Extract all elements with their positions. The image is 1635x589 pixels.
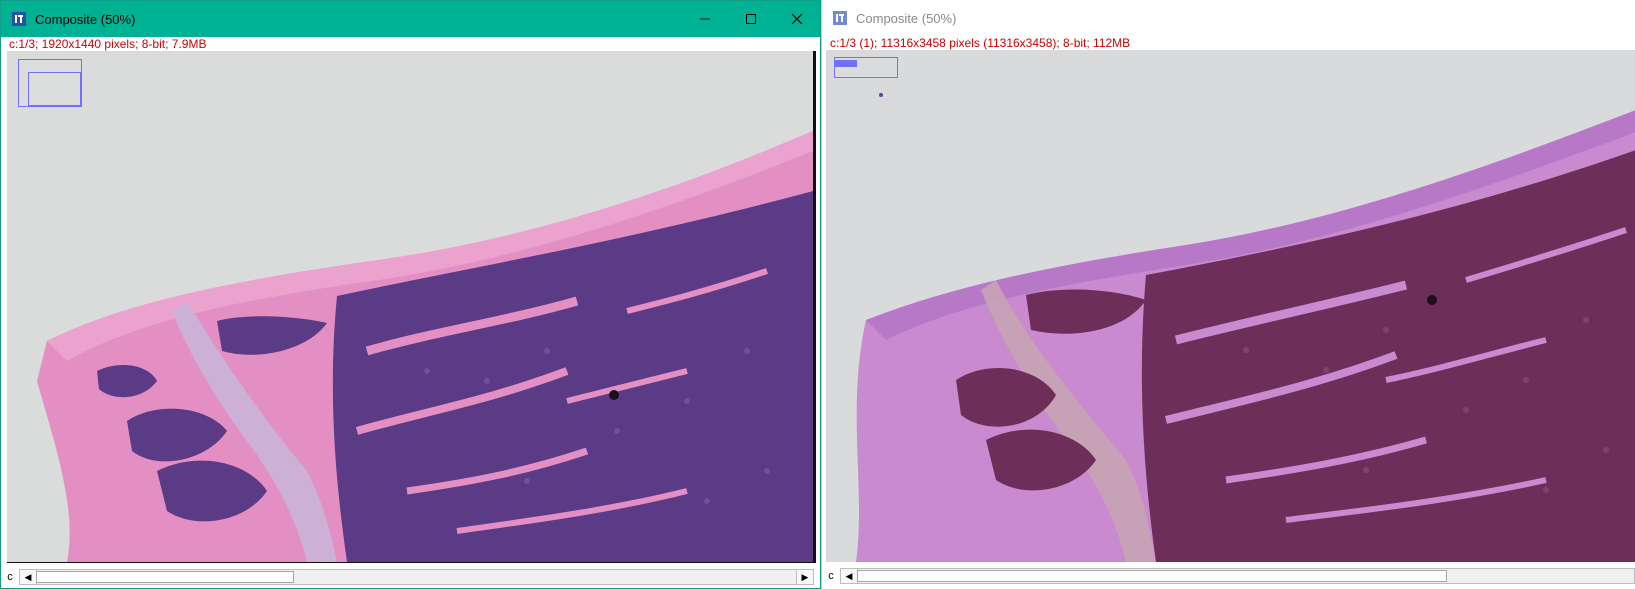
image-info: c:1/3; 1920x1440 pixels; 8-bit; 7.9MB (9, 37, 207, 51)
left-image-window[interactable]: Composite (50%) c:1/3; 1920x1440 pixels;… (0, 0, 821, 589)
navigator-viewport[interactable] (28, 72, 81, 106)
imagej-icon (832, 10, 848, 26)
window-controls (682, 1, 820, 37)
scroll-thumb[interactable] (36, 571, 294, 583)
image-canvas[interactable] (7, 51, 816, 563)
minimize-icon[interactable] (682, 1, 728, 37)
imagej-icon (11, 11, 27, 27)
bottom-bar: c ◀ (822, 563, 1635, 589)
scroll-thumb[interactable] (857, 570, 1447, 582)
navigator-box[interactable] (18, 59, 82, 107)
histology-image (826, 50, 1635, 562)
channel-scrollbar[interactable]: ◀ ▶ (19, 569, 814, 585)
image-info: c:1/3 (1); 11316x3458 pixels (11316x3458… (830, 36, 1131, 50)
channel-scrollbar[interactable]: ◀ (840, 568, 1635, 584)
maximize-icon[interactable] (728, 1, 774, 37)
channel-label: c (828, 570, 834, 582)
navigator-viewport[interactable] (835, 60, 857, 67)
image-canvas[interactable] (826, 50, 1635, 562)
window-title: Composite (50%) (35, 11, 136, 27)
titlebar[interactable]: Composite (50%) (1, 1, 820, 37)
arrow-left-icon[interactable]: ◀ (20, 570, 37, 584)
arrow-left-icon[interactable]: ◀ (841, 569, 858, 583)
channel-label: c (7, 571, 13, 583)
navigator-box[interactable] (834, 57, 898, 78)
close-icon[interactable] (774, 1, 820, 37)
window-title: Composite (50%) (856, 10, 957, 26)
titlebar[interactable]: Composite (50%) (822, 0, 1635, 36)
histology-image (7, 51, 813, 562)
bottom-bar: c ◀ ▶ (1, 564, 820, 588)
arrow-right-icon[interactable]: ▶ (796, 570, 813, 584)
right-image-window[interactable]: Composite (50%) c:1/3 (1); 11316x3458 pi… (821, 0, 1635, 589)
